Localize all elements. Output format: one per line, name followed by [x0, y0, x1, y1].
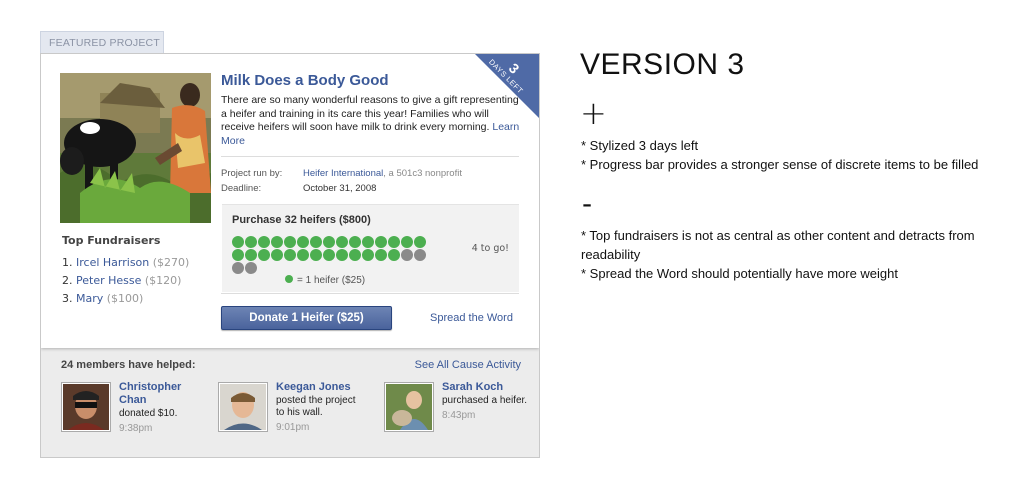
fundraiser-name-link[interactable]: Ircel Harrison: [76, 256, 149, 269]
see-all-activity-link[interactable]: See All Cause Activity: [415, 359, 521, 371]
nonprofit-note: , a 501c3 nonprofit: [383, 168, 462, 179]
person-with-animal-avatar[interactable]: [384, 382, 434, 432]
progress-dot-filled: [297, 249, 309, 261]
progress-dot-filled: [284, 236, 296, 248]
top-fundraisers-heading: Top Fundraisers: [62, 234, 161, 247]
legend-text: = 1 heifer ($25): [297, 275, 366, 286]
member-name-link[interactable]: Sarah Koch: [442, 381, 532, 394]
deadline-label: Deadline:: [221, 183, 262, 194]
version-heading: VERSION 3: [580, 48, 745, 81]
progress-legend: = 1 heifer ($25): [285, 275, 365, 286]
progress-dot-filled: [245, 236, 257, 248]
spread-the-word-link[interactable]: Spread the Word: [430, 312, 513, 324]
project-photo[interactable]: [60, 73, 211, 223]
member-timestamp: 9:01pm: [276, 422, 310, 433]
activity-heading: 24 members have helped:: [61, 359, 196, 371]
progress-dot-filled: [388, 249, 400, 261]
fundraiser-amount: ($100): [106, 292, 144, 305]
progress-dot-filled: [349, 249, 361, 261]
fundraiser-name-link[interactable]: Mary: [76, 292, 103, 305]
member-action: donated $10.: [119, 408, 178, 419]
progress-dot-filled: [336, 236, 348, 248]
progress-dot-filled: [310, 236, 322, 248]
person-sunglasses-avatar[interactable]: [61, 382, 111, 432]
featured-project-tab: FEATURED PROJECT: [40, 31, 164, 54]
member-timestamp: 9:38pm: [119, 423, 153, 434]
progress-dot-filled: [258, 236, 270, 248]
progress-dot-filled: [310, 249, 322, 261]
progress-dot-filled: [414, 236, 426, 248]
progress-dot-filled: [284, 249, 296, 261]
progress-dot-filled: [323, 236, 335, 248]
divider: [221, 293, 519, 294]
person-young-man-avatar[interactable]: [218, 382, 268, 432]
progress-dot-filled: [271, 249, 283, 261]
progress-dot-empty: [245, 262, 257, 274]
progress-dot-empty: [414, 249, 426, 261]
progress-dot-filled: [336, 249, 348, 261]
progress-dot-empty: [401, 249, 413, 261]
project-meta: Project run by: Heifer International, a 5…: [221, 166, 462, 196]
progress-title: Purchase 32 heifers ($800): [232, 214, 371, 226]
con-item: * Top fundraisers is not as central as o…: [581, 228, 975, 262]
progress-dot-filled: [232, 236, 244, 248]
progress-dot-filled: [232, 249, 244, 261]
divider: [221, 156, 519, 157]
fundraiser-name-link[interactable]: Peter Hesse: [76, 274, 141, 287]
run-by-label: Project run by:: [221, 168, 283, 179]
progress-dot-filled: [258, 249, 270, 261]
minus-icon: -: [582, 187, 593, 220]
pro-item: * Stylized 3 days left: [581, 138, 699, 153]
progress-box: Purchase 32 heifers ($800) 4 to go! = 1 …: [222, 204, 519, 292]
progress-dot-filled: [362, 236, 374, 248]
legend-dot-icon: [285, 275, 293, 283]
member-action: purchased a heifer.: [442, 395, 528, 406]
member-activity: 24 members have helped: See All Cause Ac…: [41, 348, 539, 457]
list-item: 3. Mary ($100): [62, 290, 189, 308]
pros-list: * Stylized 3 days left * Progress bar pr…: [581, 136, 1021, 174]
fundraiser-amount: ($270): [152, 256, 190, 269]
deadline-value: October 31, 2008: [303, 183, 377, 194]
member-timestamp: 8:43pm: [442, 410, 476, 421]
rank-number: 3.: [62, 292, 73, 305]
pro-item: * Progress bar provides a stronger sense…: [581, 157, 979, 172]
list-item: 1. Ircel Harrison ($270): [62, 254, 189, 272]
progress-dot-filled: [375, 249, 387, 261]
top-fundraisers-list: 1. Ircel Harrison ($270) 2. Peter Hesse …: [62, 254, 189, 308]
progress-dot-filled: [349, 236, 361, 248]
rank-number: 2.: [62, 274, 73, 287]
progress-dot-filled: [245, 249, 257, 261]
progress-dots: [232, 236, 438, 274]
member-action: posted the project to his wall.: [276, 395, 356, 418]
progress-dot-filled: [323, 249, 335, 261]
list-item: 2. Peter Hesse ($120): [62, 272, 189, 290]
progress-dot-filled: [362, 249, 374, 261]
progress-dot-filled: [375, 236, 387, 248]
project-title-link[interactable]: Milk Does a Body Good: [221, 72, 389, 89]
rank-number: 1.: [62, 256, 73, 269]
progress-dot-empty: [232, 262, 244, 274]
con-item: * Spread the Word should potentially hav…: [581, 266, 899, 281]
cons-list: * Top fundraisers is not as central as o…: [581, 226, 981, 283]
member-name-link[interactable]: Keegan Jones: [276, 381, 366, 394]
plus-icon: +: [580, 94, 607, 132]
days-left-ribbon: 3 DAYS LEFT: [475, 54, 539, 118]
fundraiser-amount: ($120): [144, 274, 182, 287]
remaining-count: 4 to go!: [471, 243, 509, 254]
project-panel: 3 DAYS LEFT Top Fundraisers 1. Ircel Har…: [41, 54, 539, 348]
organization-link[interactable]: Heifer International: [303, 168, 383, 179]
progress-dot-filled: [388, 236, 400, 248]
featured-project-card: 3 DAYS LEFT Top Fundraisers 1. Ircel Har…: [40, 53, 540, 458]
member-name-link[interactable]: Christopher Chan: [119, 381, 209, 407]
progress-dot-filled: [297, 236, 309, 248]
progress-dot-filled: [271, 236, 283, 248]
donate-button[interactable]: Donate 1 Heifer ($25): [221, 306, 392, 330]
progress-dot-filled: [401, 236, 413, 248]
